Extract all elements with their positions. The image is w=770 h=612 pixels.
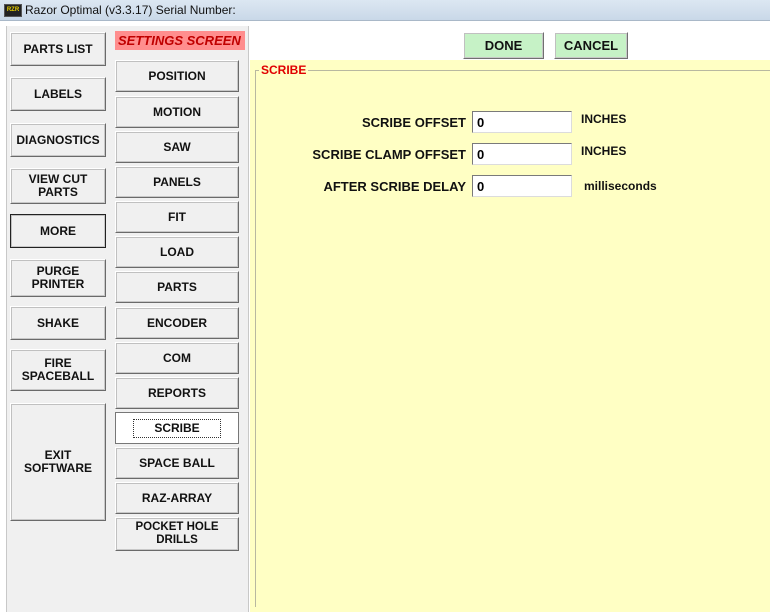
tab-space-ball[interactable]: SPACE BALL	[115, 447, 239, 479]
done-button[interactable]: DONE	[463, 32, 544, 59]
app-logo-icon: RZR	[4, 4, 22, 17]
tab-position[interactable]: POSITION	[115, 60, 239, 92]
window-title: Razor Optimal (v3.3.17) Serial Number:	[25, 3, 236, 17]
tab-encoder[interactable]: ENCODER	[115, 307, 239, 339]
scribe-offset-input[interactable]	[472, 111, 572, 133]
labels-button[interactable]: LABELS	[10, 77, 106, 111]
fire-spaceball-button[interactable]: FIRE SPACEBALL	[10, 349, 106, 391]
after-scribe-delay-label: AFTER SCRIBE DELAY	[323, 179, 466, 194]
scribe-clamp-offset-label: SCRIBE CLAMP OFFSET	[312, 147, 466, 162]
scribe-offset-label: SCRIBE OFFSET	[361, 115, 466, 130]
scribe-offset-unit: INCHES	[581, 112, 627, 126]
scribe-group-label: SCRIBE	[259, 63, 309, 77]
tab-parts[interactable]: PARTS	[115, 271, 239, 303]
after-scribe-delay-unit: milliseconds	[584, 179, 657, 193]
window-title-bar: RZR Razor Optimal (v3.3.17) Serial Numbe…	[0, 0, 770, 21]
view-cut-parts-button[interactable]: VIEW CUT PARTS	[10, 168, 106, 204]
diagnostics-button[interactable]: DIAGNOSTICS	[10, 123, 106, 157]
tab-motion[interactable]: MOTION	[115, 96, 239, 128]
exit-software-button[interactable]: EXIT SOFTWARE	[10, 403, 106, 521]
tab-fit[interactable]: FIT	[115, 201, 239, 233]
tab-pocket-hole-drills[interactable]: POCKET HOLE DRILLS	[115, 517, 239, 551]
tab-raz-array[interactable]: RAZ-ARRAY	[115, 482, 239, 514]
tab-com[interactable]: COM	[115, 342, 239, 374]
after-scribe-delay-input[interactable]	[472, 175, 572, 197]
scribe-clamp-offset-unit: INCHES	[581, 144, 627, 158]
tab-reports[interactable]: REPORTS	[115, 377, 239, 409]
shake-button[interactable]: SHAKE	[10, 306, 106, 340]
tab-panels[interactable]: PANELS	[115, 166, 239, 198]
parts-list-button[interactable]: PARTS LIST	[10, 32, 106, 66]
tab-scribe-label: SCRIBE	[133, 418, 221, 438]
settings-screen-title: SETTINGS SCREEN	[115, 31, 245, 50]
cancel-button[interactable]: CANCEL	[554, 32, 628, 59]
tab-saw[interactable]: SAW	[115, 131, 239, 163]
more-button[interactable]: MORE	[10, 214, 106, 248]
purge-printer-button[interactable]: PURGE PRINTER	[10, 259, 106, 297]
tab-scribe[interactable]: SCRIBE	[115, 412, 239, 444]
tab-load[interactable]: LOAD	[115, 236, 239, 268]
scribe-clamp-offset-input[interactable]	[472, 143, 572, 165]
